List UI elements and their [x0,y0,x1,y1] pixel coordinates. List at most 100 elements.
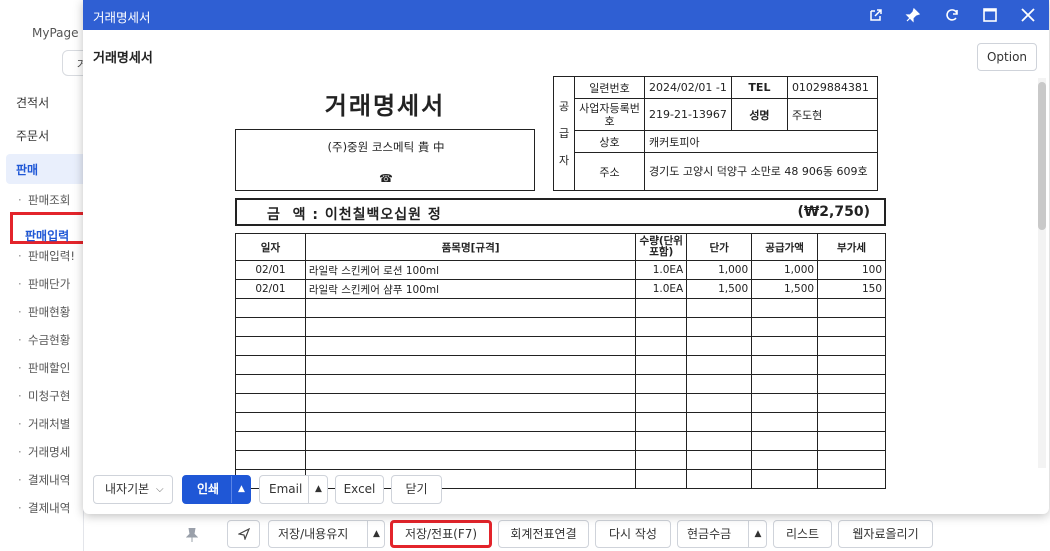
cell-vat: 150 [817,279,886,299]
tel-value: 01029884381 [786,76,878,99]
empty-table-row [235,393,886,413]
cash-receipt-button[interactable]: 현금수금 ▲ [677,520,767,548]
tel-label: TEL [730,76,788,99]
empty-cell [304,450,637,470]
close-icon[interactable] [1019,6,1037,24]
mypage-tab[interactable]: 거 [62,50,83,76]
email-button[interactable]: Email ▲ [259,475,328,504]
maximize-icon[interactable] [981,6,999,24]
empty-cell [817,298,886,318]
header-supply: 공급가액 [751,233,819,261]
nav-sub-item[interactable]: · 판매입력! [18,248,75,264]
buyer-name: (주)중원 코스메틱 貴 中 [327,140,445,154]
cell-qty: 1.0EA [635,260,688,280]
nav-sub-item[interactable]: · 결제내역 [18,500,70,516]
nav-sub-item[interactable]: · 판매단가 [18,276,70,292]
empty-cell [751,336,819,356]
address-value: 경기도 고양시 덕양구 소만로 48 906동 609호 [644,152,878,191]
owner-label: 성명 [730,98,788,131]
empty-cell [235,374,306,394]
cell-vat: 100 [817,260,886,280]
nav-sales-label: 판매 [16,163,39,177]
external-link-icon[interactable] [867,6,885,24]
empty-cell [751,393,819,413]
modal-header: 거래명세서 [83,0,1049,30]
left-navigation: MyPage 거 견적서 주문서 판매 ·판매조회 ·판매입력! ·판매단가 ·… [0,0,84,551]
excel-button[interactable]: Excel [335,475,384,504]
empty-cell [304,374,637,394]
nav-sub-item[interactable]: · 판매할인 [18,360,70,376]
empty-cell [686,393,753,413]
empty-cell [235,450,306,470]
nav-order[interactable]: 주문서 [16,127,49,144]
supplier-vertical-label: 공급자 [553,76,575,191]
save-keep-dropdown-icon[interactable]: ▲ [367,521,385,547]
cash-receipt-dropdown-icon[interactable]: ▲ [748,521,767,547]
empty-cell [751,355,819,375]
nav-sales-group[interactable]: 판매 [6,154,83,184]
nav-sub-item[interactable]: · 판매현황 [18,304,70,320]
empty-cell [235,393,306,413]
cell-qty: 1.0EA [635,279,688,299]
layout-select[interactable]: 내자기본 ⌵ [93,475,173,504]
empty-cell [635,355,688,375]
empty-cell [817,317,886,337]
nav-sub-item[interactable]: · 수금현황 [18,332,70,348]
send-button[interactable] [227,520,260,548]
empty-cell [635,393,688,413]
empty-cell [817,469,886,489]
save-keep-button[interactable]: 저장/내용유지 ▲ [268,520,385,548]
save-slip-button[interactable]: 저장/전표(F7) [390,520,492,548]
nav-sub-item[interactable]: · 미청구현 [18,388,70,404]
nav-sub-item[interactable]: · 거래명세 [18,444,70,460]
empty-cell [817,374,886,394]
pin-icon[interactable] [186,528,198,542]
print-button[interactable]: 인쇄 ▲ [182,475,251,504]
nav-sub-item[interactable]: · 판매조회 [18,192,70,208]
empty-cell [635,469,688,489]
header-qty: 수량(단위포함) [635,233,688,261]
option-button[interactable]: Option [977,43,1037,71]
cell-supply: 1,500 [751,279,819,299]
print-dropdown-icon[interactable]: ▲ [231,476,251,503]
rewrite-button[interactable]: 다시 작성 [595,520,671,548]
nav-quote[interactable]: 견적서 [16,94,49,111]
bizno-label: 사업자등록번호 [574,98,645,131]
scrollbar-thumb[interactable] [1038,82,1046,230]
web-upload-button[interactable]: 웹자료올리기 [838,520,933,548]
empty-cell [635,412,688,432]
cell-date: 02/01 [235,260,306,280]
header-unit-price: 단가 [686,233,753,261]
nav-sub-item[interactable]: · 결제내역 [18,472,70,488]
email-dropdown-icon[interactable]: ▲ [308,476,328,503]
empty-cell [635,317,688,337]
empty-table-row [235,374,886,394]
supplier-table: 공급자 일련번호 2024/02/01 -1 TEL 01029884381 사… [553,76,878,191]
empty-cell [304,355,637,375]
pin-icon[interactable] [904,6,922,24]
empty-cell [817,393,886,413]
chevron-down-icon: ⌵ [156,484,164,495]
invoice-title: 거래명세서 [324,92,446,120]
amount-text: 금 액 : 이천칠백오십원 정 [267,207,442,223]
amount-box: 금 액 : 이천칠백오십원 정 (₩2,750) [235,198,886,226]
close-button[interactable]: 닫기 [391,475,442,504]
cell-unit-price: 1,000 [686,260,753,280]
empty-cell [817,355,886,375]
cell-unit-price: 1,500 [686,279,753,299]
nav-sales-input-active[interactable]: · 판매입력 [10,212,86,244]
empty-cell [817,431,886,451]
mypage-link[interactable]: MyPage [32,26,79,40]
company-label: 상호 [574,130,645,153]
empty-rows [235,298,886,489]
empty-cell [635,336,688,356]
nav-sub-item[interactable]: · 거래처별 [18,416,70,432]
refresh-icon[interactable] [943,6,961,24]
empty-cell [635,431,688,451]
link-slip-button[interactable]: 회계전표연결 [498,520,589,548]
empty-table-row [235,469,886,489]
empty-cell [686,412,753,432]
list-button[interactable]: 리스트 [773,520,832,548]
modal-subtitle: 거래명세서 [93,51,153,66]
empty-cell [686,450,753,470]
